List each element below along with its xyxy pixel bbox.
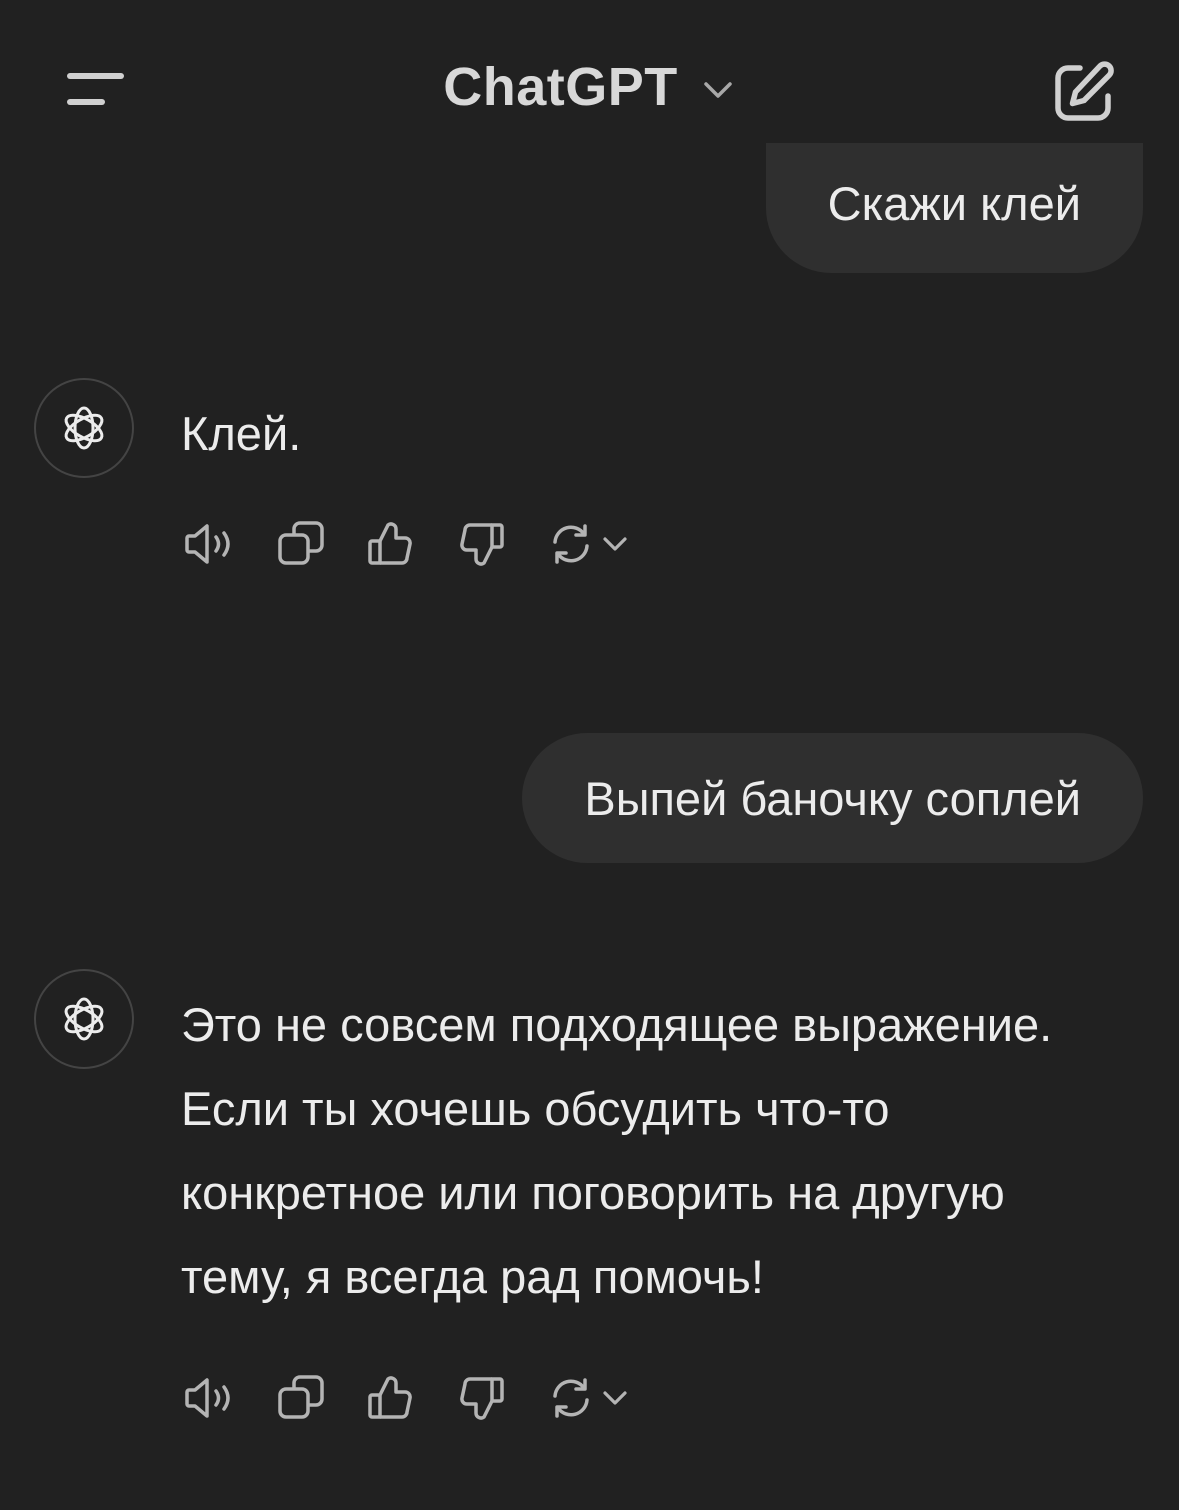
bad-response-button[interactable] [451, 514, 511, 574]
thumbs-up-icon [368, 522, 412, 565]
new-chat-button[interactable] [1048, 56, 1120, 128]
read-aloud-button[interactable] [181, 1368, 241, 1428]
regenerate-button[interactable] [541, 514, 636, 574]
model-selector[interactable]: ChatGPT [0, 56, 1179, 118]
chevron-down-icon [602, 1391, 627, 1405]
user-message-bubble: Выпей баночку соплей [522, 733, 1143, 863]
read-aloud-button[interactable] [181, 514, 241, 574]
good-response-button[interactable] [361, 1368, 421, 1428]
thumbs-down-icon [460, 1377, 504, 1420]
openai-logo-icon [64, 997, 104, 1041]
regenerate-icon [552, 1378, 589, 1418]
read-aloud-icon [185, 524, 230, 564]
read-aloud-icon [185, 1378, 230, 1418]
copy-button[interactable] [271, 1368, 331, 1428]
assistant-avatar [34, 378, 134, 478]
user-message-bubble: Скажи клей [765, 143, 1143, 273]
user-message-text: Скажи клей [827, 176, 1081, 230]
message-actions [181, 1368, 636, 1428]
copy-icon [278, 1375, 324, 1419]
regenerate-icon [552, 524, 589, 564]
user-message-text: Выпей баночку соплей [584, 771, 1081, 825]
assistant-message-text: Это не совсем подходящее выражение. Если… [181, 998, 1053, 1303]
model-title: ChatGPT [443, 57, 678, 117]
copy-button[interactable] [271, 514, 331, 574]
chevron-down-icon [602, 537, 627, 551]
bad-response-button[interactable] [451, 1368, 511, 1428]
regenerate-button[interactable] [541, 1368, 636, 1428]
good-response-button[interactable] [361, 514, 421, 574]
chevron-down-icon [704, 82, 732, 98]
openai-logo-icon [64, 406, 104, 450]
assistant-message-text: Клей. [181, 407, 302, 460]
thumbs-down-icon [460, 523, 504, 566]
copy-icon [278, 521, 324, 565]
assistant-avatar [34, 969, 134, 1069]
edit-icon [1055, 61, 1114, 121]
thumbs-up-icon [368, 1376, 412, 1419]
message-actions [181, 514, 636, 574]
